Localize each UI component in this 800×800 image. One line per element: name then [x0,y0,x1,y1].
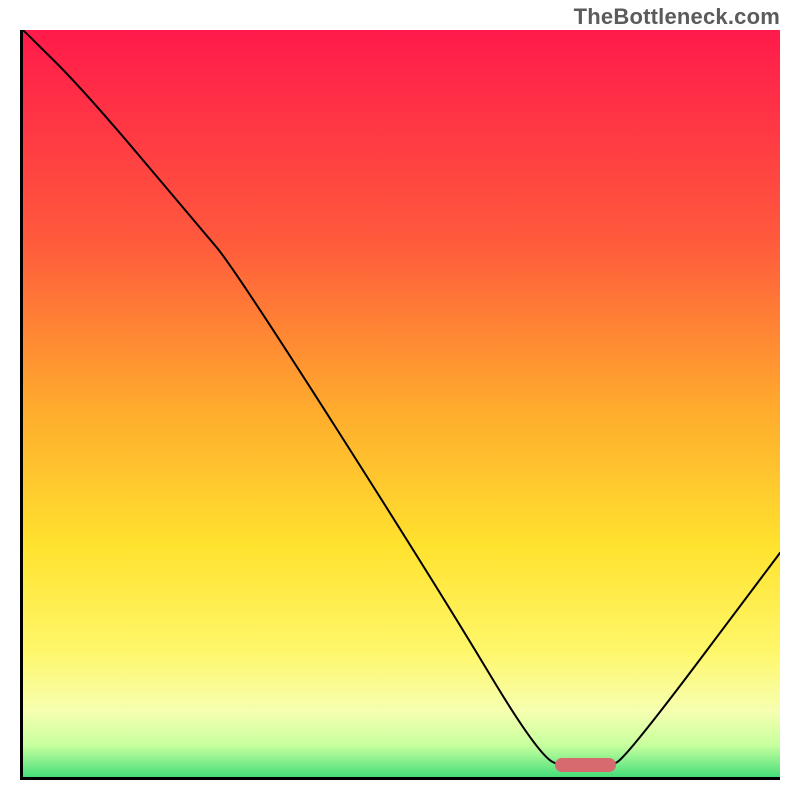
optimal-range-marker [555,758,616,772]
bottleneck-curve [23,30,780,777]
watermark-text: TheBottleneck.com [574,4,780,30]
chart-frame: TheBottleneck.com [0,0,800,800]
plot-area [20,30,780,780]
